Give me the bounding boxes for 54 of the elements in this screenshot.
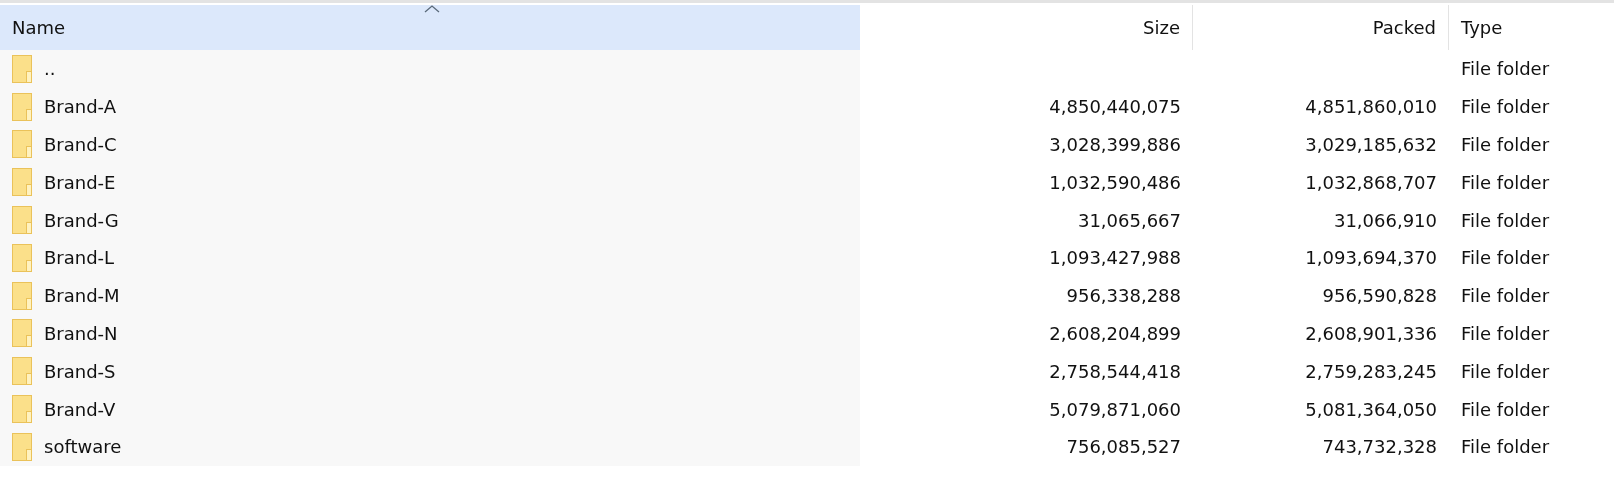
table-cell: File folder [1461, 360, 1550, 382]
file-name[interactable]: Brand-S [44, 360, 116, 382]
folder-icon [12, 319, 32, 348]
folder-icon [12, 395, 32, 424]
table-cell: 2,758,544,418 [1049, 360, 1181, 382]
file-name[interactable]: Brand-L [44, 247, 115, 269]
table-cell: File folder [1461, 134, 1550, 155]
file-name[interactable]: Brand-N [44, 322, 118, 344]
folder-icon [12, 281, 32, 310]
column-header[interactable]: Name [0, 5, 860, 50]
table-cell: 756,085,527 [1066, 436, 1181, 458]
table-cell: 743,732,328 [1322, 436, 1437, 458]
table-cell: 2,608,901,336 [1305, 322, 1437, 344]
table-cell: 4,851,860,010 [1305, 96, 1437, 118]
table-cell: File folder [1461, 209, 1550, 231]
folder-icon [12, 206, 32, 235]
table-cell: File folder [1461, 322, 1550, 344]
table-cell: File folder [1461, 96, 1550, 118]
table-cell: 1,093,694,370 [1305, 247, 1437, 269]
table-cell: 956,338,288 [1066, 285, 1181, 307]
file-name[interactable]: software [44, 436, 122, 458]
table-cell: File folder [1461, 436, 1550, 458]
table-cell: 5,079,871,060 [1049, 398, 1181, 420]
table-cell: File folder [1461, 58, 1550, 80]
table-cell: 31,066,910 [1333, 209, 1437, 231]
table-cell: 5,081,364,050 [1305, 398, 1437, 420]
folder-icon [12, 168, 32, 197]
table-cell: 2,759,283,245 [1305, 360, 1437, 382]
table-cell: 3,028,399,886 [1049, 134, 1181, 155]
table-cell: File folder [1461, 398, 1550, 420]
file-name[interactable]: Brand-G [44, 209, 119, 231]
table-cell: 3,029,185,632 [1305, 134, 1437, 155]
file-name[interactable]: Brand-E [44, 171, 116, 193]
table-cell: 31,065,667 [1077, 209, 1181, 231]
file-name[interactable]: Brand-A [44, 96, 117, 118]
table-cell: 4,850,440,075 [1049, 96, 1181, 118]
folder-icon [12, 92, 32, 121]
folder-icon [12, 357, 32, 386]
table-cell: File folder [1461, 285, 1550, 307]
folder-icon [12, 243, 32, 272]
file-name[interactable]: Brand-V [44, 398, 116, 420]
table-cell: 2,608,204,899 [1049, 322, 1181, 344]
table-cell: File folder [1461, 247, 1550, 269]
table-cell: 1,093,427,988 [1049, 247, 1181, 269]
table-cell: File folder [1461, 171, 1550, 193]
table-cell: 1,032,590,486 [1049, 171, 1181, 193]
file-name[interactable]: Brand-C [44, 134, 117, 155]
file-name[interactable]: .. [44, 58, 56, 80]
folder-icon [12, 130, 32, 159]
table-cell: 956,590,828 [1322, 285, 1437, 307]
file-name[interactable]: Brand-M [44, 285, 120, 307]
folder-icon [12, 54, 32, 83]
table-cell: 1,032,868,707 [1305, 171, 1437, 193]
folder-icon [12, 432, 32, 461]
